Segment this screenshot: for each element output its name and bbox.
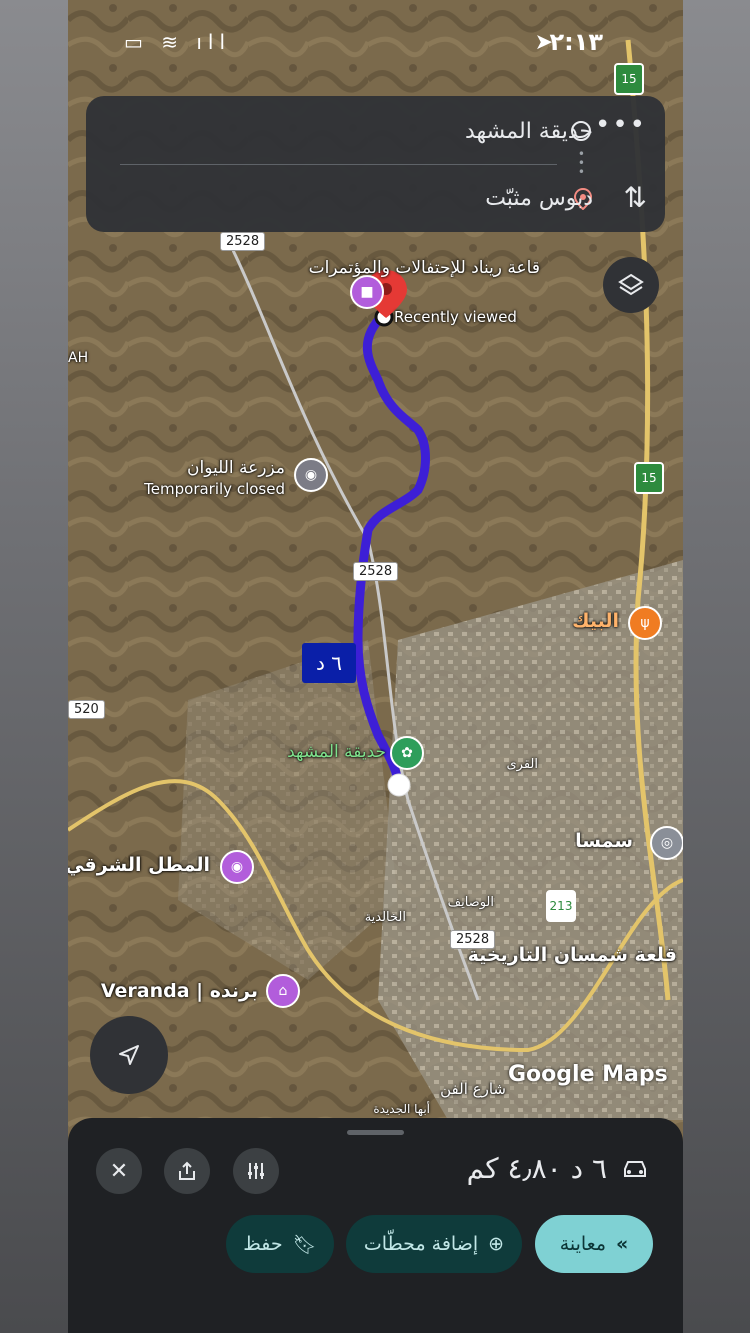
event-hall-poi-icon[interactable]: ■ <box>350 275 384 309</box>
close-button[interactable]: ✕ <box>96 1148 142 1194</box>
route-summary-text: ٦ د ٤٫٨٠ كم <box>466 1152 607 1185</box>
wasayef-label: الوصايف <box>447 895 494 910</box>
route-options-button[interactable] <box>233 1148 279 1194</box>
farm-label[interactable]: مزرعة الليوان <box>187 458 285 478</box>
battery-wifi-signal-icons: ▭ ≋ ıll <box>124 30 232 54</box>
park-label[interactable]: حديقة المشهد <box>287 742 386 762</box>
origin-circle-icon <box>571 121 591 141</box>
google-maps-watermark: Google Maps <box>508 1062 668 1087</box>
duration-badge: ٦ د <box>302 643 356 683</box>
more-options-icon[interactable]: ••• <box>595 112 647 138</box>
destination-field[interactable]: دبوس مثبّت <box>485 178 593 218</box>
road-shield-213: 213 <box>546 890 576 922</box>
status-time: ٢:١٣ <box>549 28 603 56</box>
background-left <box>0 0 68 1333</box>
highway-15-shield-top: 15 <box>614 63 644 95</box>
share-button[interactable] <box>164 1148 210 1194</box>
road-shield-2528-mid: 2528 <box>353 562 399 581</box>
sheet-drag-handle[interactable] <box>347 1130 404 1135</box>
add-location-icon: ⊕ <box>488 1233 505 1255</box>
route-card: حديقة المشهد • • • دبوس مثبّت ••• ⇅ <box>86 96 665 232</box>
road-shield-2528-top: 2528 <box>220 232 266 251</box>
recently-viewed-label: Recently viewed <box>394 308 517 326</box>
viewpoint-poi-icon[interactable]: ◉ <box>220 850 254 884</box>
route-summary: ٦ د ٤٫٨٠ كم <box>467 1152 649 1185</box>
layers-button[interactable] <box>603 257 659 313</box>
preview-label: معاينة <box>559 1233 607 1255</box>
share-icon <box>179 1161 195 1180</box>
add-stops-label: إضافة محطّات <box>363 1233 479 1255</box>
route-end-marker <box>387 773 411 797</box>
left-edge-road-shield: 520 <box>68 700 105 719</box>
add-stops-button[interactable]: إضافة محطّات ⊕ <box>346 1215 522 1273</box>
save-button[interactable]: حفظ 🔖︎ <box>226 1215 334 1273</box>
recenter-button[interactable] <box>90 1016 168 1094</box>
farm-poi-icon[interactable]: ◉ <box>294 458 328 492</box>
art-street-label: شارع الفن <box>440 1080 506 1098</box>
bookmark-icon: 🔖︎ <box>292 1233 317 1256</box>
close-icon: ✕ <box>109 1158 129 1184</box>
veranda-label[interactable]: Veranda | برنده <box>101 980 258 1002</box>
tune-icon <box>248 1163 264 1179</box>
double-chevron-icon: « <box>616 1233 629 1255</box>
swap-directions-icon[interactable]: ⇅ <box>624 181 647 214</box>
road-shield-2528-bottom: 2528 <box>450 930 496 949</box>
hall-label[interactable]: قاعة ريناد للإحتفالات والمؤتمرات <box>309 258 540 278</box>
layers-icon <box>618 273 644 296</box>
samsma-label[interactable]: سمسا <box>575 830 633 852</box>
route-dots-icon: • • • <box>577 147 585 179</box>
park-poi-icon[interactable]: ✿ <box>390 736 424 770</box>
farm-status-label: Temporarily closed <box>144 480 285 498</box>
destination-label: دبوس مثبّت <box>485 185 593 211</box>
bottom-sheet: ✕ ٦ د ٤٫٨٠ كم حفظ 🔖︎ إضافة محطّات ⊕ معاي… <box>68 1118 683 1333</box>
preview-button[interactable]: معاينة « <box>535 1215 653 1273</box>
save-label: حفظ <box>243 1233 283 1255</box>
restaurant-label[interactable]: البيك <box>572 610 619 632</box>
veranda-poi-icon[interactable]: ⌂ <box>266 974 300 1008</box>
route-card-divider <box>120 164 557 165</box>
car-icon <box>624 1160 646 1177</box>
qura-label: القرى <box>506 757 539 772</box>
samsma-poi-icon[interactable]: ◎ <box>650 826 683 860</box>
navigation-arrow-icon <box>119 1045 139 1065</box>
phone-screen: ▭ ≋ ıll ➤ ٢:١٣ حديقة المشهد • • • دبوس مثب… <box>68 0 683 1333</box>
status-bar: ▭ ≋ ıll ➤ ٢:١٣ <box>68 28 683 58</box>
left-edge-label: AH <box>68 350 89 366</box>
castle-label[interactable]: قلعة شمسان التاريخية <box>468 944 677 966</box>
highway-15-shield-mid: 15 <box>634 462 664 494</box>
viewpoint-label[interactable]: المطل الشرقي <box>68 854 210 876</box>
new-abha-label: أبها الجديدة <box>373 1102 430 1116</box>
khalidiya-label: الخالدية <box>364 910 406 925</box>
background-right <box>683 0 750 1333</box>
restaurant-poi-icon[interactable]: ψ <box>628 606 662 640</box>
